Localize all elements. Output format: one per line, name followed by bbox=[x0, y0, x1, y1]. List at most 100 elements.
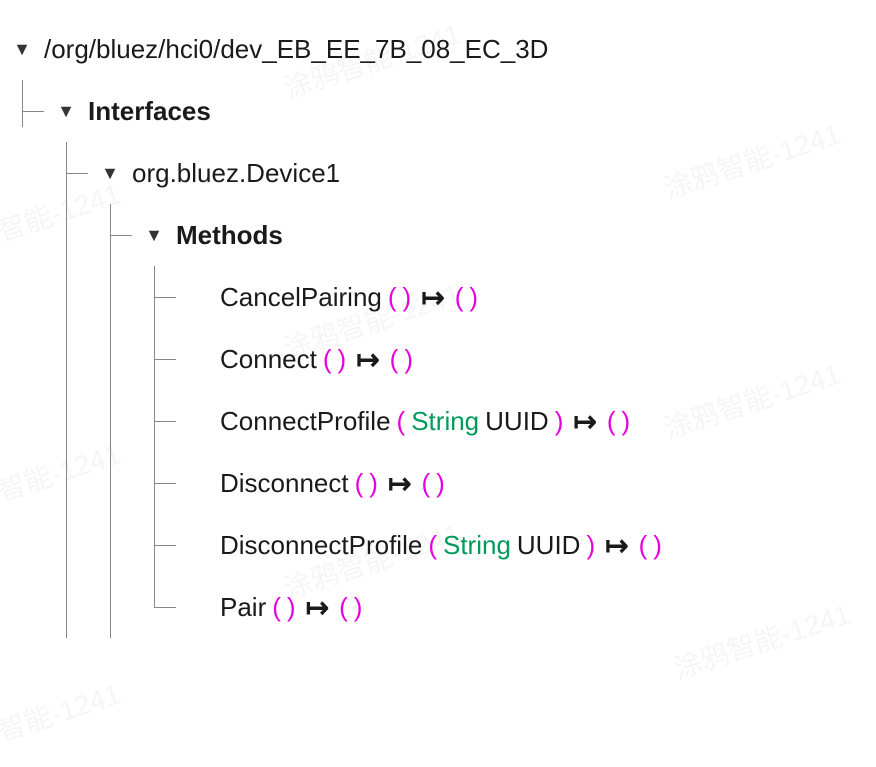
tree-spacer bbox=[176, 452, 220, 514]
maps-to-icon: ↦ bbox=[417, 281, 448, 314]
arg-name: UUID bbox=[517, 530, 581, 561]
tree-line-icon bbox=[44, 452, 88, 514]
tree-branch-icon bbox=[132, 514, 176, 576]
method-signature: CancelPairing()↦() bbox=[220, 281, 478, 314]
expand-toggle-icon[interactable]: ▼ bbox=[88, 142, 132, 204]
tree-branch-icon bbox=[44, 142, 88, 204]
tree-row-object-path[interactable]: ▼ /org/bluez/hci0/dev_EB_EE_7B_08_EC_3D bbox=[0, 18, 876, 80]
tree-branch-icon bbox=[132, 266, 176, 328]
tree-spacer bbox=[176, 390, 220, 452]
tree-spacer bbox=[0, 328, 44, 390]
paren-close-icon: ) bbox=[369, 468, 378, 499]
maps-to-icon: ↦ bbox=[302, 591, 333, 624]
tree-line-icon bbox=[88, 328, 132, 390]
tree-row-method[interactable]: Connect()↦() bbox=[0, 328, 876, 390]
tree-spacer bbox=[176, 266, 220, 328]
paren-open-icon: ( bbox=[639, 530, 648, 561]
paren-close-icon: ) bbox=[354, 592, 363, 623]
tree-spacer bbox=[176, 514, 220, 576]
tree-branch-icon bbox=[132, 328, 176, 390]
tree-branch-icon bbox=[132, 390, 176, 452]
expand-toggle-icon[interactable]: ▼ bbox=[44, 80, 88, 142]
tree-row-method[interactable]: DisconnectProfile(String UUID)↦() bbox=[0, 514, 876, 576]
method-name: DisconnectProfile bbox=[220, 530, 422, 561]
paren-close-icon: ) bbox=[586, 530, 595, 561]
object-path-label: /org/bluez/hci0/dev_EB_EE_7B_08_EC_3D bbox=[44, 34, 548, 65]
tree-row-interfaces[interactable]: ▼ Interfaces bbox=[0, 80, 876, 142]
paren-close-icon: ) bbox=[469, 282, 478, 313]
paren-close-icon: ) bbox=[555, 406, 564, 437]
interface-name-label: org.bluez.Device1 bbox=[132, 158, 340, 189]
paren-open-icon: ( bbox=[272, 592, 281, 623]
tree-row-method[interactable]: ConnectProfile(String UUID)↦() bbox=[0, 390, 876, 452]
tree-spacer bbox=[176, 328, 220, 390]
expand-toggle-icon[interactable]: ▼ bbox=[0, 18, 44, 80]
tree-branch-icon bbox=[132, 576, 176, 638]
maps-to-icon: ↦ bbox=[352, 343, 383, 376]
paren-close-icon: ) bbox=[622, 406, 631, 437]
paren-open-icon: ( bbox=[455, 282, 464, 313]
tree-line-icon bbox=[44, 204, 88, 266]
method-signature: Disconnect()↦() bbox=[220, 467, 445, 500]
paren-close-icon: ) bbox=[287, 592, 296, 623]
tree-spacer bbox=[0, 452, 44, 514]
tree-line-icon bbox=[88, 390, 132, 452]
maps-to-icon: ↦ bbox=[569, 405, 600, 438]
method-name: Connect bbox=[220, 344, 317, 375]
paren-close-icon: ) bbox=[404, 344, 413, 375]
tree-line-icon bbox=[88, 266, 132, 328]
tree-spacer bbox=[0, 514, 44, 576]
maps-to-icon: ↦ bbox=[384, 467, 415, 500]
paren-open-icon: ( bbox=[388, 282, 397, 313]
tree-row-method[interactable]: Pair()↦() bbox=[0, 576, 876, 638]
method-name: Pair bbox=[220, 592, 266, 623]
method-name: Disconnect bbox=[220, 468, 349, 499]
paren-open-icon: ( bbox=[607, 406, 616, 437]
tree-spacer bbox=[0, 266, 44, 328]
arg-name: UUID bbox=[485, 406, 549, 437]
method-name: CancelPairing bbox=[220, 282, 382, 313]
tree-line-icon bbox=[44, 576, 88, 638]
tree-spacer bbox=[0, 142, 44, 204]
paren-open-icon: ( bbox=[428, 530, 437, 561]
paren-open-icon: ( bbox=[397, 406, 406, 437]
paren-open-icon: ( bbox=[339, 592, 348, 623]
interfaces-label: Interfaces bbox=[88, 96, 211, 127]
tree-spacer bbox=[176, 576, 220, 638]
tree-branch-icon bbox=[0, 80, 44, 142]
tree-row-methods[interactable]: ▼ Methods bbox=[0, 204, 876, 266]
paren-close-icon: ) bbox=[338, 344, 347, 375]
paren-close-icon: ) bbox=[403, 282, 412, 313]
tree-line-icon bbox=[88, 576, 132, 638]
method-signature: Connect()↦() bbox=[220, 343, 413, 376]
tree-line-icon bbox=[44, 514, 88, 576]
tree-line-icon bbox=[88, 452, 132, 514]
method-name: ConnectProfile bbox=[220, 406, 391, 437]
paren-close-icon: ) bbox=[653, 530, 662, 561]
maps-to-icon: ↦ bbox=[601, 529, 632, 562]
tree-branch-icon bbox=[132, 452, 176, 514]
tree-row-method[interactable]: CancelPairing()↦() bbox=[0, 266, 876, 328]
expand-toggle-icon[interactable]: ▼ bbox=[132, 204, 176, 266]
tree-branch-icon bbox=[88, 204, 132, 266]
tree-row-method[interactable]: Disconnect()↦() bbox=[0, 452, 876, 514]
arg-type: String bbox=[411, 406, 479, 437]
tree-line-icon bbox=[44, 390, 88, 452]
watermark: 涂鸦智能-1241 bbox=[0, 673, 125, 767]
paren-open-icon: ( bbox=[421, 468, 430, 499]
tree-spacer bbox=[0, 204, 44, 266]
tree-line-icon bbox=[44, 328, 88, 390]
method-signature: ConnectProfile(String UUID)↦() bbox=[220, 405, 630, 438]
paren-open-icon: ( bbox=[355, 468, 364, 499]
method-signature: DisconnectProfile(String UUID)↦() bbox=[220, 529, 662, 562]
method-signature: Pair()↦() bbox=[220, 591, 362, 624]
paren-open-icon: ( bbox=[390, 344, 399, 375]
tree-line-icon bbox=[88, 514, 132, 576]
arg-type: String bbox=[443, 530, 511, 561]
tree-spacer bbox=[0, 390, 44, 452]
methods-label: Methods bbox=[176, 220, 283, 251]
tree-row-interface-device1[interactable]: ▼ org.bluez.Device1 bbox=[0, 142, 876, 204]
paren-close-icon: ) bbox=[436, 468, 445, 499]
tree-spacer bbox=[0, 576, 44, 638]
tree-line-icon bbox=[44, 266, 88, 328]
